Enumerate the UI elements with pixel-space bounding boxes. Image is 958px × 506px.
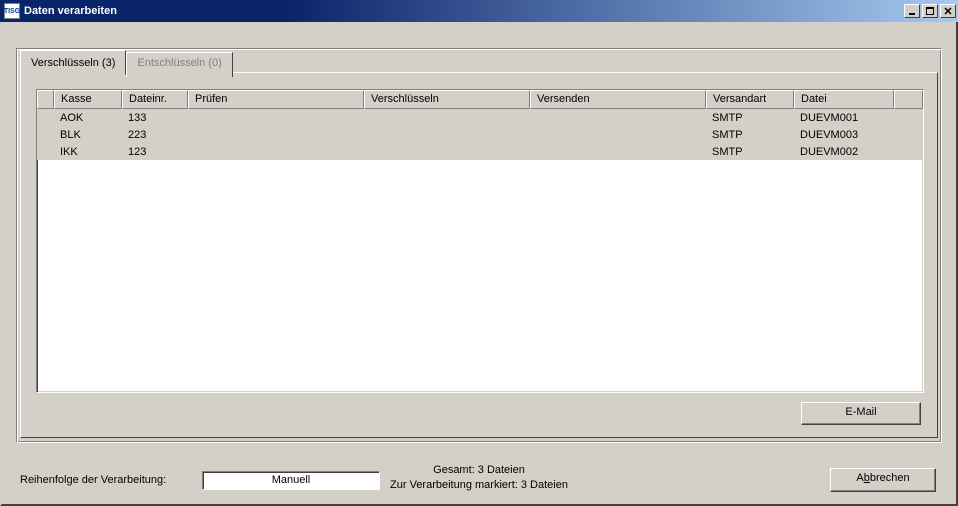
col-verschluesseln[interactable]: Verschlüsseln [364,90,530,109]
cell-datei: DUEVM003 [794,129,894,141]
email-button[interactable]: E-Mail [801,402,921,425]
cell-dateinr: 223 [122,129,188,141]
cell-versandart: SMTP [706,112,794,124]
order-field[interactable]: Manuell [202,471,380,490]
cell-versandart: SMTP [706,129,794,141]
window-title: Daten verarbeiten [24,5,902,17]
table-header-row: Kasse Dateinr. Prüfen Verschlüsseln Vers… [37,90,923,109]
app-icon: TISG [4,3,20,19]
cell-datei: DUEVM001 [794,112,894,124]
cell-datei: DUEVM002 [794,146,894,158]
close-button[interactable] [940,4,956,18]
cell-dateinr: 123 [122,146,188,158]
cell-versandart: SMTP [706,146,794,158]
cancel-button[interactable]: Abbrechen [830,468,936,492]
col-versenden[interactable]: Versenden [530,90,706,109]
table-row[interactable]: AOK 133 SMTP DUEVM001 [37,109,923,126]
titlebar: TISG Daten verarbeiten [0,0,958,22]
col-kasse[interactable]: Kasse [54,90,122,109]
maximize-button[interactable] [922,4,938,18]
cell-dateinr: 133 [122,112,188,124]
tab-encrypt-label: Verschlüsseln (3) [31,57,115,69]
col-pruefen[interactable]: Prüfen [188,90,364,109]
order-value: Manuell [272,474,311,486]
col-end [894,90,923,109]
window-client: Verschlüsseln (3) Entschlüsseln (0) Kass… [0,22,958,506]
cell-kasse: IKK [54,146,122,158]
tab-decrypt[interactable]: Entschlüsseln (0) [126,52,232,77]
window-controls [902,4,956,18]
col-lead[interactable] [37,90,54,109]
col-datei[interactable]: Datei [794,90,894,109]
table-row[interactable]: IKK 123 SMTP DUEVM002 [37,143,923,160]
order-label: Reihenfolge der Verarbeitung: [20,474,166,486]
tab-panel: Kasse Dateinr. Prüfen Verschlüsseln Vers… [20,72,938,438]
cell-kasse: BLK [54,129,122,141]
table-row[interactable]: BLK 223 SMTP DUEVM003 [37,126,923,143]
cell-kasse: AOK [54,112,122,124]
email-button-label: E-Mail [845,406,876,418]
minimize-button[interactable] [904,4,920,18]
tab-decrypt-label: Entschlüsseln (0) [137,57,221,69]
col-versandart[interactable]: Versandart [706,90,794,109]
tab-encrypt[interactable]: Verschlüsseln (3) [20,50,126,75]
table-body: AOK 133 SMTP DUEVM001 BLK 223 SMTP [37,109,923,160]
col-dateinr[interactable]: Dateinr. [122,90,188,109]
file-table[interactable]: Kasse Dateinr. Prüfen Verschlüsseln Vers… [36,89,924,393]
tab-strip: Verschlüsseln (3) Entschlüsseln (0) [20,52,233,77]
